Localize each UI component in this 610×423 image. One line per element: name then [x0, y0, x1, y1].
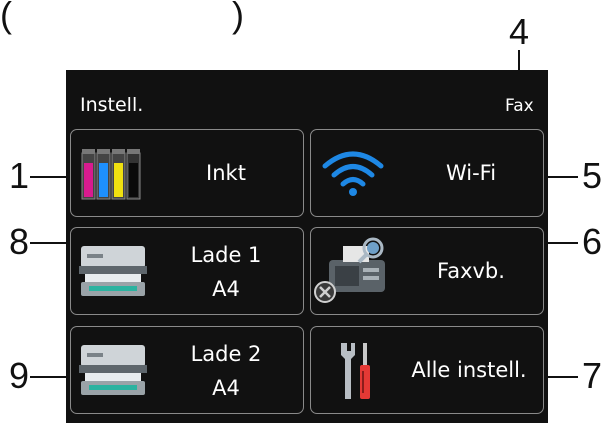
fax-mode-indicator: Fax	[505, 96, 534, 116]
wifi-button[interactable]: Wi-Fi	[310, 129, 544, 217]
fax-preview-label: Faxvb.	[437, 259, 505, 283]
all-settings-label: Alle instell.	[411, 358, 527, 382]
tray-1-label: Lade 1	[190, 243, 262, 267]
printer-tray-icon	[79, 246, 147, 296]
callout-7: 7	[582, 355, 603, 396]
ink-cartridges-icon	[81, 149, 141, 200]
callout-1: 1	[9, 155, 30, 196]
callout-9: 9	[9, 355, 30, 396]
tray-1-paper-size: A4	[212, 277, 240, 301]
screen-title: Instell.	[80, 94, 144, 116]
callout-4: 4	[509, 11, 530, 52]
cropped-text-fragment: (	[0, 0, 12, 35]
tray-2-paper-size: A4	[212, 376, 240, 400]
tray-2-button[interactable]: Lade 2 A4	[70, 326, 304, 414]
tools-icon	[341, 343, 370, 399]
callout-6: 6	[582, 221, 603, 262]
callout-5: 5	[582, 155, 603, 196]
fax-preview-icon	[314, 237, 385, 303]
fax-preview-button[interactable]: Faxvb.	[310, 227, 544, 315]
tray-2-label: Lade 2	[190, 342, 262, 366]
printer-tray-icon	[79, 345, 147, 395]
cropped-text-fragment-end: )	[232, 0, 244, 35]
wifi-label: Wi-Fi	[445, 161, 497, 185]
ink-button[interactable]: Inkt	[70, 129, 304, 217]
all-settings-button[interactable]: Alle instell.	[310, 326, 544, 414]
ink-label: Inkt	[206, 161, 246, 185]
callout-8: 8	[9, 221, 30, 262]
tray-1-button[interactable]: Lade 1 A4	[70, 227, 304, 315]
wifi-icon	[322, 151, 384, 196]
